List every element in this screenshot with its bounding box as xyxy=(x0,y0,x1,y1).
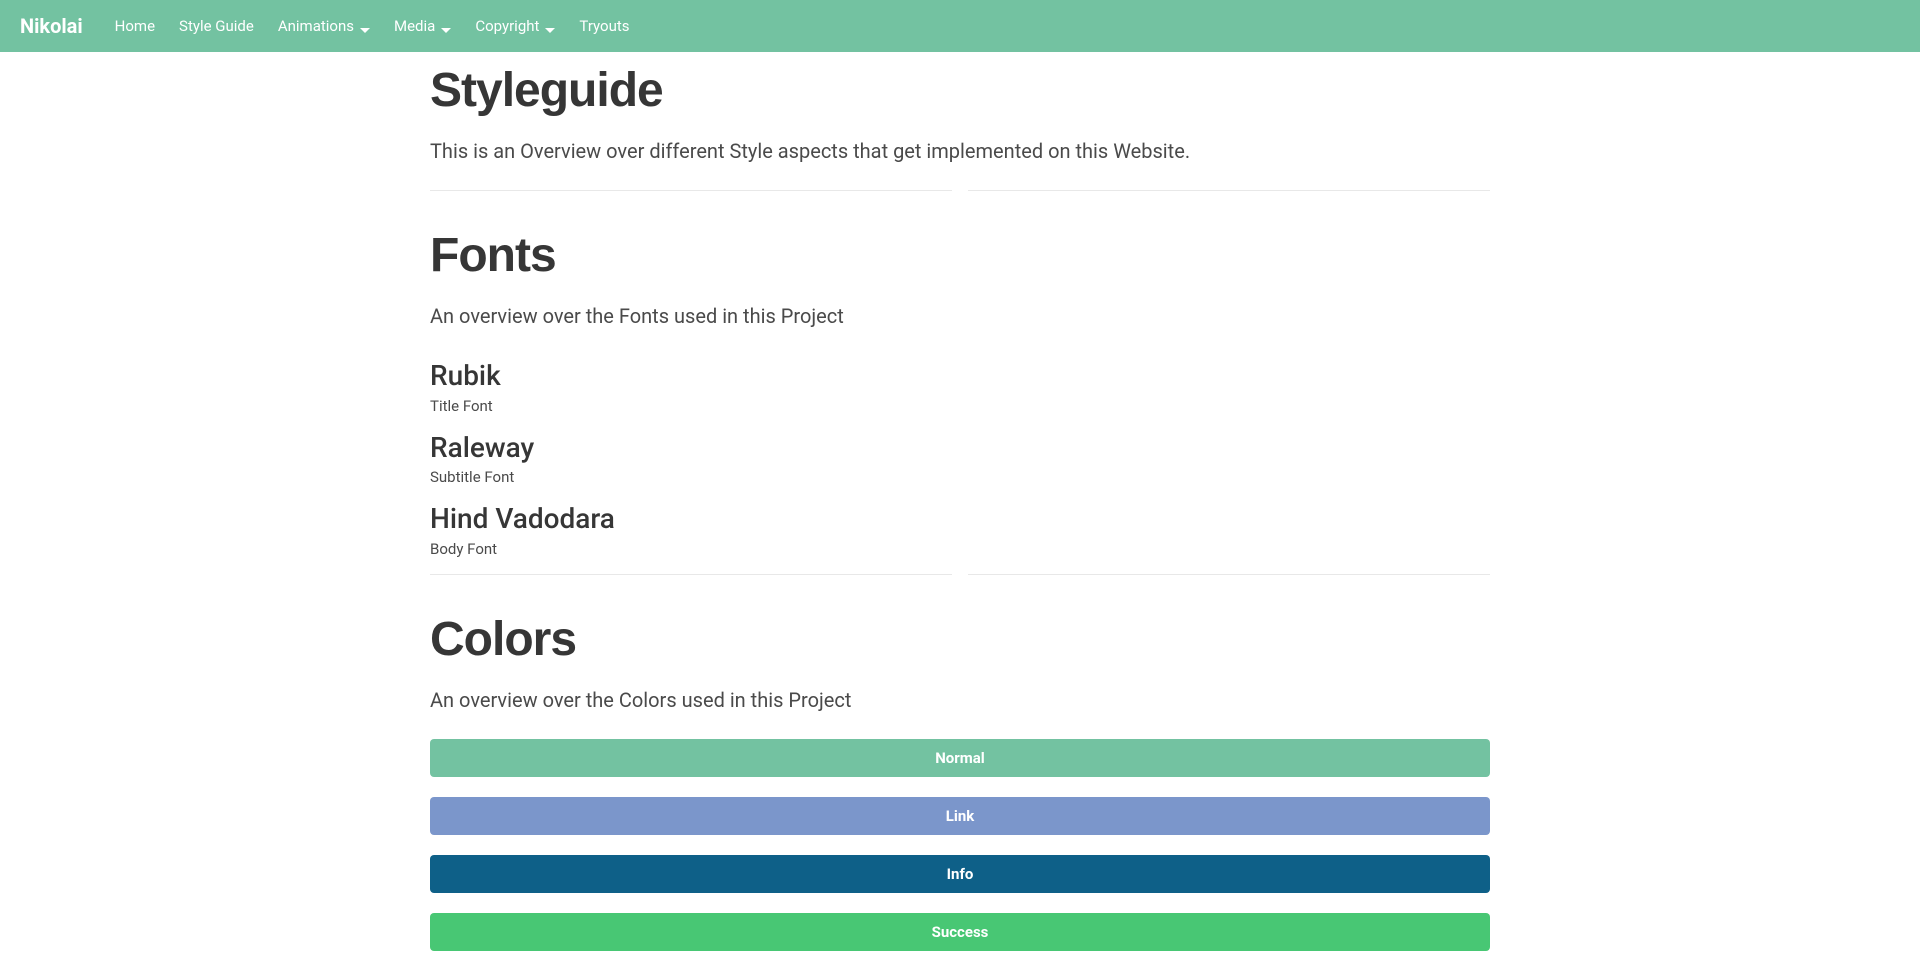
color-swatch-success: Success xyxy=(430,913,1490,951)
page-title-styleguide: Styleguide xyxy=(430,64,1490,118)
nav-label: Animations xyxy=(278,17,354,35)
colors-subtitle: An overview over the Colors used in this… xyxy=(430,685,1490,715)
font-item: Raleway Subtitle Font xyxy=(430,431,1490,487)
nav-animations[interactable]: Animations xyxy=(266,9,382,43)
brand-logo[interactable]: Nikolai xyxy=(20,14,95,38)
font-item: Hind Vadodara Body Font xyxy=(430,502,1490,558)
nav-label: Home xyxy=(115,17,155,35)
nav-copyright[interactable]: Copyright xyxy=(463,9,567,43)
font-name-raleway: Raleway xyxy=(430,431,1490,465)
font-name-hind-vadodara: Hind Vadodara xyxy=(430,502,1490,536)
color-swatch-link: Link xyxy=(430,797,1490,835)
font-desc: Subtitle Font xyxy=(430,468,1490,486)
color-swatch-info: Info xyxy=(430,855,1490,893)
font-desc: Title Font xyxy=(430,397,1490,415)
styleguide-subtitle: This is an Overview over different Style… xyxy=(430,136,1490,166)
nav-label: Style Guide xyxy=(179,17,254,35)
nav-media[interactable]: Media xyxy=(382,9,463,43)
nav-items: Home Style Guide Animations Media Copyri… xyxy=(103,9,642,43)
font-item: Rubik Title Font xyxy=(430,359,1490,415)
chevron-down-icon xyxy=(360,21,370,31)
nav-label: Tryouts xyxy=(579,17,629,35)
color-swatch-normal: Normal xyxy=(430,739,1490,777)
font-name-rubik: Rubik xyxy=(430,359,1490,393)
nav-tryouts[interactable]: Tryouts xyxy=(567,9,641,43)
nav-label: Media xyxy=(394,17,435,35)
chevron-down-icon xyxy=(545,21,555,31)
nav-style-guide[interactable]: Style Guide xyxy=(167,9,266,43)
divider xyxy=(430,190,1490,191)
nav-home[interactable]: Home xyxy=(103,9,167,43)
font-desc: Body Font xyxy=(430,540,1490,558)
chevron-down-icon xyxy=(441,21,451,31)
nav-label: Copyright xyxy=(475,17,539,35)
navbar: Nikolai Home Style Guide Animations Medi… xyxy=(0,0,1920,52)
fonts-subtitle: An overview over the Fonts used in this … xyxy=(430,301,1490,331)
section-title-colors: Colors xyxy=(430,613,1490,667)
section-title-fonts: Fonts xyxy=(430,229,1490,283)
divider xyxy=(430,574,1490,575)
